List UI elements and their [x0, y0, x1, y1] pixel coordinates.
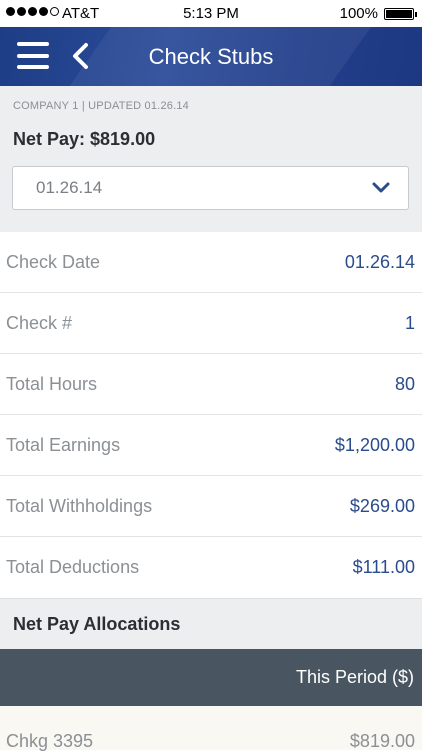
detail-label: Total Hours	[6, 373, 98, 394]
selected-date-value: 01.26.14	[36, 178, 103, 197]
detail-row-total-deductions: Total Deductions $111.00	[0, 537, 422, 598]
detail-value: 1	[404, 312, 415, 333]
detail-label: Total Withholdings	[6, 495, 153, 516]
battery-icon	[384, 8, 417, 20]
net-pay-label: Net Pay: $819.00	[13, 129, 156, 149]
navigation-bar: Check Stubs	[0, 27, 422, 86]
table-row: Chkg 3395 $819.00	[0, 706, 422, 751]
detail-label: Check Date	[6, 251, 101, 272]
detail-row-check-date: Check Date 01.26.14	[0, 232, 422, 293]
status-bar: AT&T 5:13 PM 100%	[0, 0, 422, 27]
signal-strength-icon	[6, 7, 59, 16]
company-updated-label: COMPANY 1 | UPDATED 01.26.14	[13, 100, 189, 112]
allocations-section-header: Net Pay Allocations	[0, 598, 422, 649]
allocations-table-header: This Period ($)	[0, 649, 422, 706]
this-period-column-header: This Period ($)	[295, 667, 414, 687]
detail-value: $269.00	[349, 495, 415, 516]
detail-label: Total Earnings	[6, 434, 121, 455]
detail-row-total-hours: Total Hours 80	[0, 354, 422, 415]
detail-value: 80	[394, 373, 415, 394]
detail-row-check-number: Check # 1	[0, 293, 422, 354]
detail-value: 01.26.14	[344, 251, 415, 272]
detail-value: $1,200.00	[334, 434, 415, 455]
check-details-list: Check Date 01.26.14 Check # 1 Total Hour…	[0, 232, 422, 598]
pay-summary: COMPANY 1 | UPDATED 01.26.14 Net Pay: $8…	[0, 86, 422, 232]
detail-value: $111.00	[352, 557, 415, 577]
detail-label: Check #	[6, 312, 73, 333]
page-title: Check Stubs	[148, 44, 274, 69]
check-date-dropdown[interactable]: 01.26.14	[12, 166, 409, 210]
chevron-left-icon	[73, 43, 88, 69]
chevron-down-icon	[372, 182, 390, 193]
detail-row-total-earnings: Total Earnings $1,200.00	[0, 415, 422, 476]
allocation-amount: $819.00	[349, 731, 415, 751]
allocations-title: Net Pay Allocations	[13, 614, 181, 634]
carrier-name: AT&T	[62, 5, 100, 22]
detail-label: Total Deductions	[6, 557, 140, 577]
hamburger-menu-icon[interactable]	[17, 42, 49, 69]
detail-row-total-withholdings: Total Withholdings $269.00	[0, 476, 422, 537]
battery-percentage: 100%	[339, 5, 378, 22]
back-button[interactable]	[68, 41, 92, 71]
account-name: Chkg 3395	[6, 731, 94, 751]
